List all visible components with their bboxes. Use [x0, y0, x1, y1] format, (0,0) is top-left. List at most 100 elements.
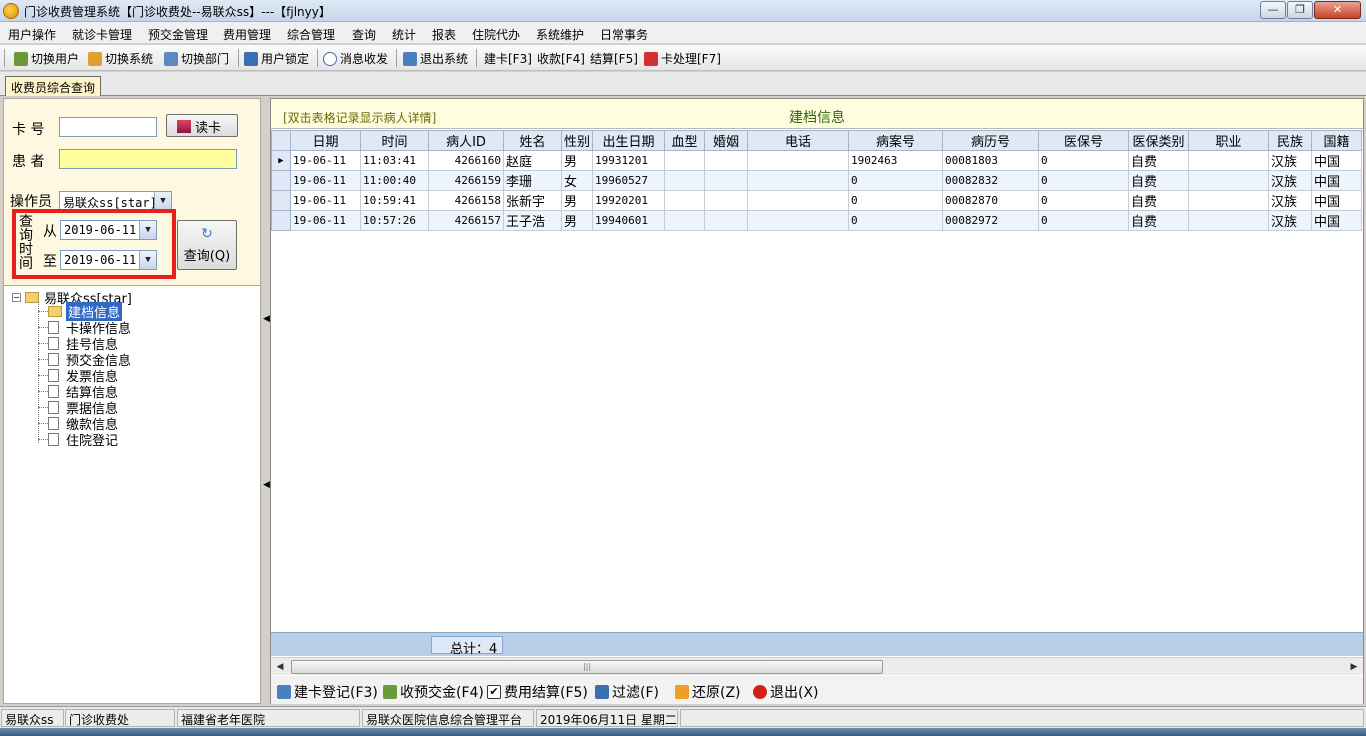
patient-field[interactable] [59, 149, 237, 169]
table-cell: 赵庭 [503, 150, 562, 171]
document-icon [48, 416, 59, 430]
menu-inpatient-agent[interactable]: 住院代办 [472, 26, 520, 43]
document-icon [48, 320, 59, 334]
menu-statistics[interactable]: 统计 [392, 26, 416, 43]
menu-deposit-management[interactable]: 预交金管理 [148, 26, 208, 43]
column-header[interactable]: 姓名 [503, 130, 562, 151]
column-header[interactable]: 日期 [290, 130, 361, 151]
scroll-thumb[interactable]: ||| [291, 660, 883, 674]
column-header[interactable]: 医保号 [1038, 130, 1129, 151]
table-cell: 19940601 [592, 210, 665, 231]
menu-daily-affairs[interactable]: 日常事务 [600, 26, 648, 43]
collect-button[interactable]: 收款[F4] [537, 50, 585, 67]
collapse-icon[interactable]: − [12, 293, 21, 302]
card-process-button[interactable]: 卡处理[F7] [644, 50, 721, 67]
column-header[interactable]: 时间 [360, 130, 429, 151]
card-number-input[interactable] [59, 117, 157, 137]
menu-system-maintenance[interactable]: 系统维护 [536, 26, 584, 43]
messages-button[interactable]: 消息收发 [323, 50, 388, 67]
tree-item-label: 住院登记 [66, 433, 119, 449]
menu-card-management[interactable]: 就诊卡管理 [72, 26, 132, 43]
panel-splitter[interactable]: ◀ ◀ [262, 98, 270, 704]
collect-deposit-button[interactable]: 收预交金(F4) [383, 682, 484, 702]
table-cell: 00081803 [942, 150, 1039, 171]
menu-reports[interactable]: 报表 [432, 26, 456, 43]
column-header[interactable]: 出生日期 [592, 130, 665, 151]
create-card-button[interactable]: 建卡[F3] [484, 50, 532, 67]
column-header[interactable]: 婚姻 [704, 130, 748, 151]
tree-connector [38, 301, 39, 443]
tree-item-inpatient-registration[interactable]: 住院登记 [48, 431, 119, 449]
toolbar: 切换用户 切换系统 切换部门 用户锁定 消息收发 退出系统 建卡[F3] 收款[… [0, 45, 1366, 71]
collapse-left-icon[interactable]: ◀ [263, 314, 270, 324]
maximize-button[interactable]: ❐ [1287, 1, 1313, 19]
tab-cashier-query[interactable]: 收费员综合查询 [5, 76, 102, 96]
menu-fee-management[interactable]: 费用管理 [223, 26, 271, 43]
to-date-picker[interactable]: 2019-06-11 ▼ [60, 250, 157, 270]
table-row[interactable]: 19-06-11 10:57:26 4266157 王子浩 男 19940601… [271, 210, 1362, 231]
column-header[interactable]: 病人ID [428, 130, 504, 151]
create-record-button[interactable]: 建卡登记(F3) [277, 682, 378, 702]
exit-button[interactable]: 退出(X) [753, 682, 819, 702]
operator-select[interactable]: 易联众ss[star] ▼ [59, 191, 172, 211]
table-cell: 19-06-11 [290, 190, 361, 211]
column-header[interactable]: 医保类别 [1128, 130, 1189, 151]
filter-button[interactable]: 过滤(F) [595, 682, 659, 702]
table-cell: 0 [848, 190, 943, 211]
settle-button[interactable]: 结算[F5] [590, 50, 638, 67]
exit-system-button[interactable]: 退出系统 [403, 50, 468, 67]
column-header[interactable]: 病历号 [942, 130, 1039, 151]
folder-icon [25, 292, 39, 303]
table-row[interactable]: 19-06-11 11:00:40 4266159 李珊 女 19960527 … [271, 170, 1362, 191]
document-icon [48, 432, 59, 446]
fee-settle-button[interactable]: ✔ 费用结算(F5) [487, 682, 588, 702]
grid-hint: [双击表格记录显示病人详情] [283, 111, 437, 125]
records-grid[interactable]: 日期 时间 病人ID 姓名 性别 出生日期 血型 婚姻 电话 病案号 病历号 医… [271, 130, 1363, 632]
switch-system-button[interactable]: 切换系统 [88, 50, 153, 67]
restore-button[interactable]: 还原(Z) [675, 682, 741, 702]
column-header[interactable]: 职业 [1188, 130, 1269, 151]
close-button[interactable]: ✕ [1314, 1, 1361, 19]
table-cell [747, 150, 849, 171]
table-cell: 00082832 [942, 170, 1039, 191]
switch-user-button[interactable]: 切换用户 [14, 50, 79, 67]
read-card-button[interactable]: 读卡 [166, 114, 238, 137]
column-header[interactable]: 国籍 [1311, 130, 1362, 151]
from-date-picker[interactable]: 2019-06-11 ▼ [60, 220, 157, 240]
menu-integrated-management[interactable]: 综合管理 [287, 26, 335, 43]
column-header[interactable]: 血型 [664, 130, 705, 151]
menu-query[interactable]: 查询 [352, 26, 376, 43]
collapse-left-icon[interactable]: ◀ [263, 480, 270, 490]
scroll-right-icon[interactable]: ▶ [1347, 660, 1361, 674]
column-header[interactable]: 性别 [561, 130, 593, 151]
minimize-button[interactable]: — [1260, 1, 1286, 19]
document-icon [48, 384, 59, 398]
table-cell: 王子浩 [503, 210, 562, 231]
switch-dept-label: 切换部门 [181, 52, 230, 66]
table-row[interactable]: 19-06-11 10:59:41 4266158 张新宇 男 19920201… [271, 190, 1362, 211]
column-header[interactable]: 电话 [747, 130, 849, 151]
table-row[interactable]: ▶ 19-06-11 11:03:41 4266160 赵庭 男 1993120… [271, 150, 1362, 171]
right-panel: [双击表格记录显示病人详情] 建档信息 日期 时间 病人ID 姓名 性别 出生日… [270, 98, 1364, 704]
horizontal-scrollbar[interactable]: ◀ ||| ▶ [271, 657, 1363, 675]
table-cell: 中国 [1311, 210, 1362, 231]
switch-system-label: 切换系统 [105, 52, 154, 66]
switch-dept-button[interactable]: 切换部门 [164, 50, 229, 67]
table-cell [1188, 190, 1269, 211]
collect-deposit-label: 收预交金(F4) [400, 685, 484, 701]
column-header[interactable]: 民族 [1268, 130, 1312, 151]
table-cell: 11:00:40 [360, 170, 429, 191]
status-bar: 易联众ss 门诊收费处 福建省老年医院 易联众医院信息综合管理平台 2019年0… [0, 706, 1366, 728]
table-cell [747, 190, 849, 211]
menu-user-operation[interactable]: 用户操作 [8, 26, 56, 43]
lock-user-button[interactable]: 用户锁定 [244, 50, 309, 67]
table-cell [747, 170, 849, 191]
table-cell: 4266159 [428, 170, 504, 191]
table-cell: 19960527 [592, 170, 665, 191]
scroll-left-icon[interactable]: ◀ [273, 660, 287, 674]
menu-bar: 用户操作 就诊卡管理 预交金管理 费用管理 综合管理 查询 统计 报表 住院代办… [0, 22, 1366, 44]
column-header[interactable]: 病案号 [848, 130, 943, 151]
query-button[interactable]: ↻ 查询(Q) [177, 220, 237, 270]
table-cell: 中国 [1311, 150, 1362, 171]
toolbar-separator [317, 49, 318, 67]
